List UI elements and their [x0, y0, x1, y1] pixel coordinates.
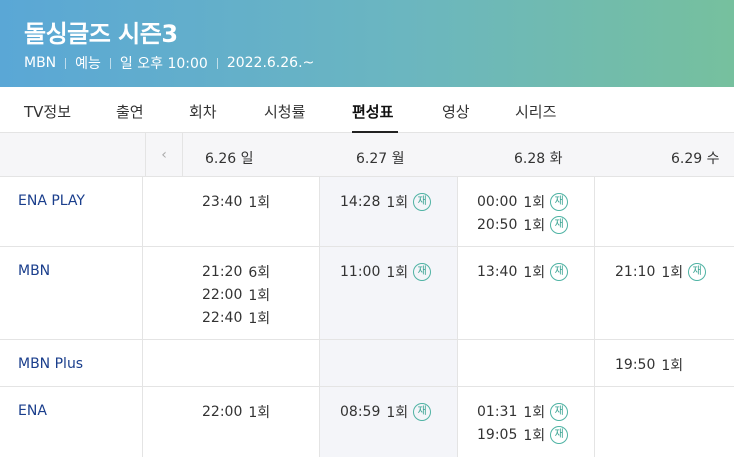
episode-number: 1회: [248, 405, 271, 421]
chevron-left-icon: ‹: [161, 147, 167, 163]
episode-number: 1회: [523, 265, 546, 281]
column-divider: [142, 177, 143, 457]
episode-number: 1회: [661, 358, 684, 374]
meta-airtime: 일 오후 10:00: [119, 56, 208, 72]
rerun-badge-icon: 재: [413, 403, 432, 421]
program-title: 돌싱글즈 시즌3: [24, 20, 178, 48]
episode-number: 1회: [523, 195, 546, 211]
day-header: 6.27 월: [356, 151, 405, 167]
prev-days-button[interactable]: ‹: [145, 133, 183, 177]
rerun-badge-icon: 재: [550, 216, 569, 234]
column-divider: [594, 177, 595, 457]
episode-number: 6회: [248, 265, 271, 281]
schedule-entry: 21:10 1회 재: [615, 262, 707, 282]
meta-divider: [109, 57, 111, 69]
meta-channel: MBN: [24, 55, 57, 71]
air-time: 22:40: [202, 310, 243, 326]
column-divider: [457, 177, 458, 457]
tab-tv-info[interactable]: TV정보: [24, 101, 71, 122]
episode-number: 1회: [386, 195, 409, 211]
tab-cast[interactable]: 출연: [116, 101, 144, 122]
air-time: 20:50: [477, 217, 518, 233]
air-time: 11:00: [340, 264, 381, 280]
tab-series[interactable]: 시리즈: [515, 101, 556, 122]
tab-schedule[interactable]: 편성표: [352, 101, 393, 122]
row-divider: [0, 339, 734, 340]
air-time: 21:10: [615, 264, 656, 280]
episode-number: 1회: [248, 288, 271, 304]
schedule-entry: 19:50 1회: [615, 355, 683, 375]
rerun-badge-icon: 재: [688, 263, 707, 281]
schedule-entry: 20:50 1회 재: [477, 215, 569, 235]
air-time: 01:31: [477, 404, 518, 420]
schedule-entry: 22:00 1회: [202, 402, 270, 422]
schedule-day-header: ‹ 6.26 일 6.27 월 6.28 화 6.29 수: [0, 133, 734, 177]
schedule-entry: 00:00 1회 재: [477, 192, 569, 212]
rerun-badge-icon: 재: [413, 263, 432, 281]
rerun-badge-icon: 재: [413, 193, 432, 211]
day-header: 6.26 일: [205, 151, 254, 167]
rerun-badge-icon: 재: [550, 426, 569, 444]
schedule-grid: ENA PLAY 23:40 1회 14:28 1회 재 00:00 1회 재 20:50 1회 재 M…: [0, 177, 734, 457]
meta-divider: [65, 57, 67, 69]
air-time: 13:40: [477, 264, 518, 280]
episode-number: 1회: [386, 265, 409, 281]
air-time: 14:28: [340, 194, 381, 210]
episode-number: 1회: [523, 405, 546, 421]
row-divider: [0, 246, 734, 247]
column-divider: [319, 177, 320, 457]
episode-number: 1회: [386, 405, 409, 421]
episode-number: 1회: [661, 265, 684, 281]
program-meta: MBN 예능 일 오후 10:00 2022.6.26.~: [24, 53, 314, 73]
schedule-entry: 23:40 1회: [202, 192, 270, 212]
schedule-entry: 22:00 1회: [202, 285, 270, 305]
day-header: 6.28 화: [514, 151, 563, 167]
channel-name[interactable]: ENA PLAY: [18, 193, 85, 209]
air-time: 19:05: [477, 427, 518, 443]
air-time: 00:00: [477, 194, 518, 210]
air-time: 23:40: [202, 194, 243, 210]
episode-number: 1회: [248, 311, 271, 327]
tab-ratings[interactable]: 시청률: [264, 101, 305, 122]
program-header: 돌싱글즈 시즌3 MBN 예능 일 오후 10:00 2022.6.26.~: [0, 0, 734, 87]
air-time: 22:00: [202, 287, 243, 303]
rerun-badge-icon: 재: [550, 263, 569, 281]
schedule-entry: 01:31 1회 재: [477, 402, 569, 422]
tab-bar: TV정보 출연 회차 시청률 편성표 영상 시리즈: [0, 87, 734, 133]
episode-number: 1회: [248, 195, 271, 211]
rerun-badge-icon: 재: [550, 193, 569, 211]
channel-name[interactable]: MBN Plus: [18, 356, 83, 372]
meta-genre: 예능: [75, 56, 101, 72]
air-time: 08:59: [340, 404, 381, 420]
row-divider: [0, 386, 734, 387]
episode-number: 1회: [523, 428, 546, 444]
schedule-entry: 21:20 6회: [202, 262, 270, 282]
channel-name[interactable]: ENA: [18, 403, 47, 419]
air-time: 21:20: [202, 264, 243, 280]
day-header: 6.29 수: [671, 151, 720, 167]
schedule-entry: 14:28 1회 재: [340, 192, 432, 212]
air-time: 19:50: [615, 357, 656, 373]
rerun-badge-icon: 재: [550, 403, 569, 421]
episode-number: 1회: [523, 218, 546, 234]
tab-videos[interactable]: 영상: [442, 101, 470, 122]
schedule-entry: 19:05 1회 재: [477, 425, 569, 445]
channel-name[interactable]: MBN: [18, 263, 50, 279]
schedule-entry: 22:40 1회: [202, 308, 270, 328]
schedule-entry: 13:40 1회 재: [477, 262, 569, 282]
schedule-entry: 08:59 1회 재: [340, 402, 432, 422]
tab-episodes[interactable]: 회차: [189, 101, 217, 122]
meta-divider: [216, 57, 218, 69]
air-time: 22:00: [202, 404, 243, 420]
schedule-entry: 11:00 1회 재: [340, 262, 432, 282]
meta-start-date: 2022.6.26.~: [226, 55, 315, 71]
